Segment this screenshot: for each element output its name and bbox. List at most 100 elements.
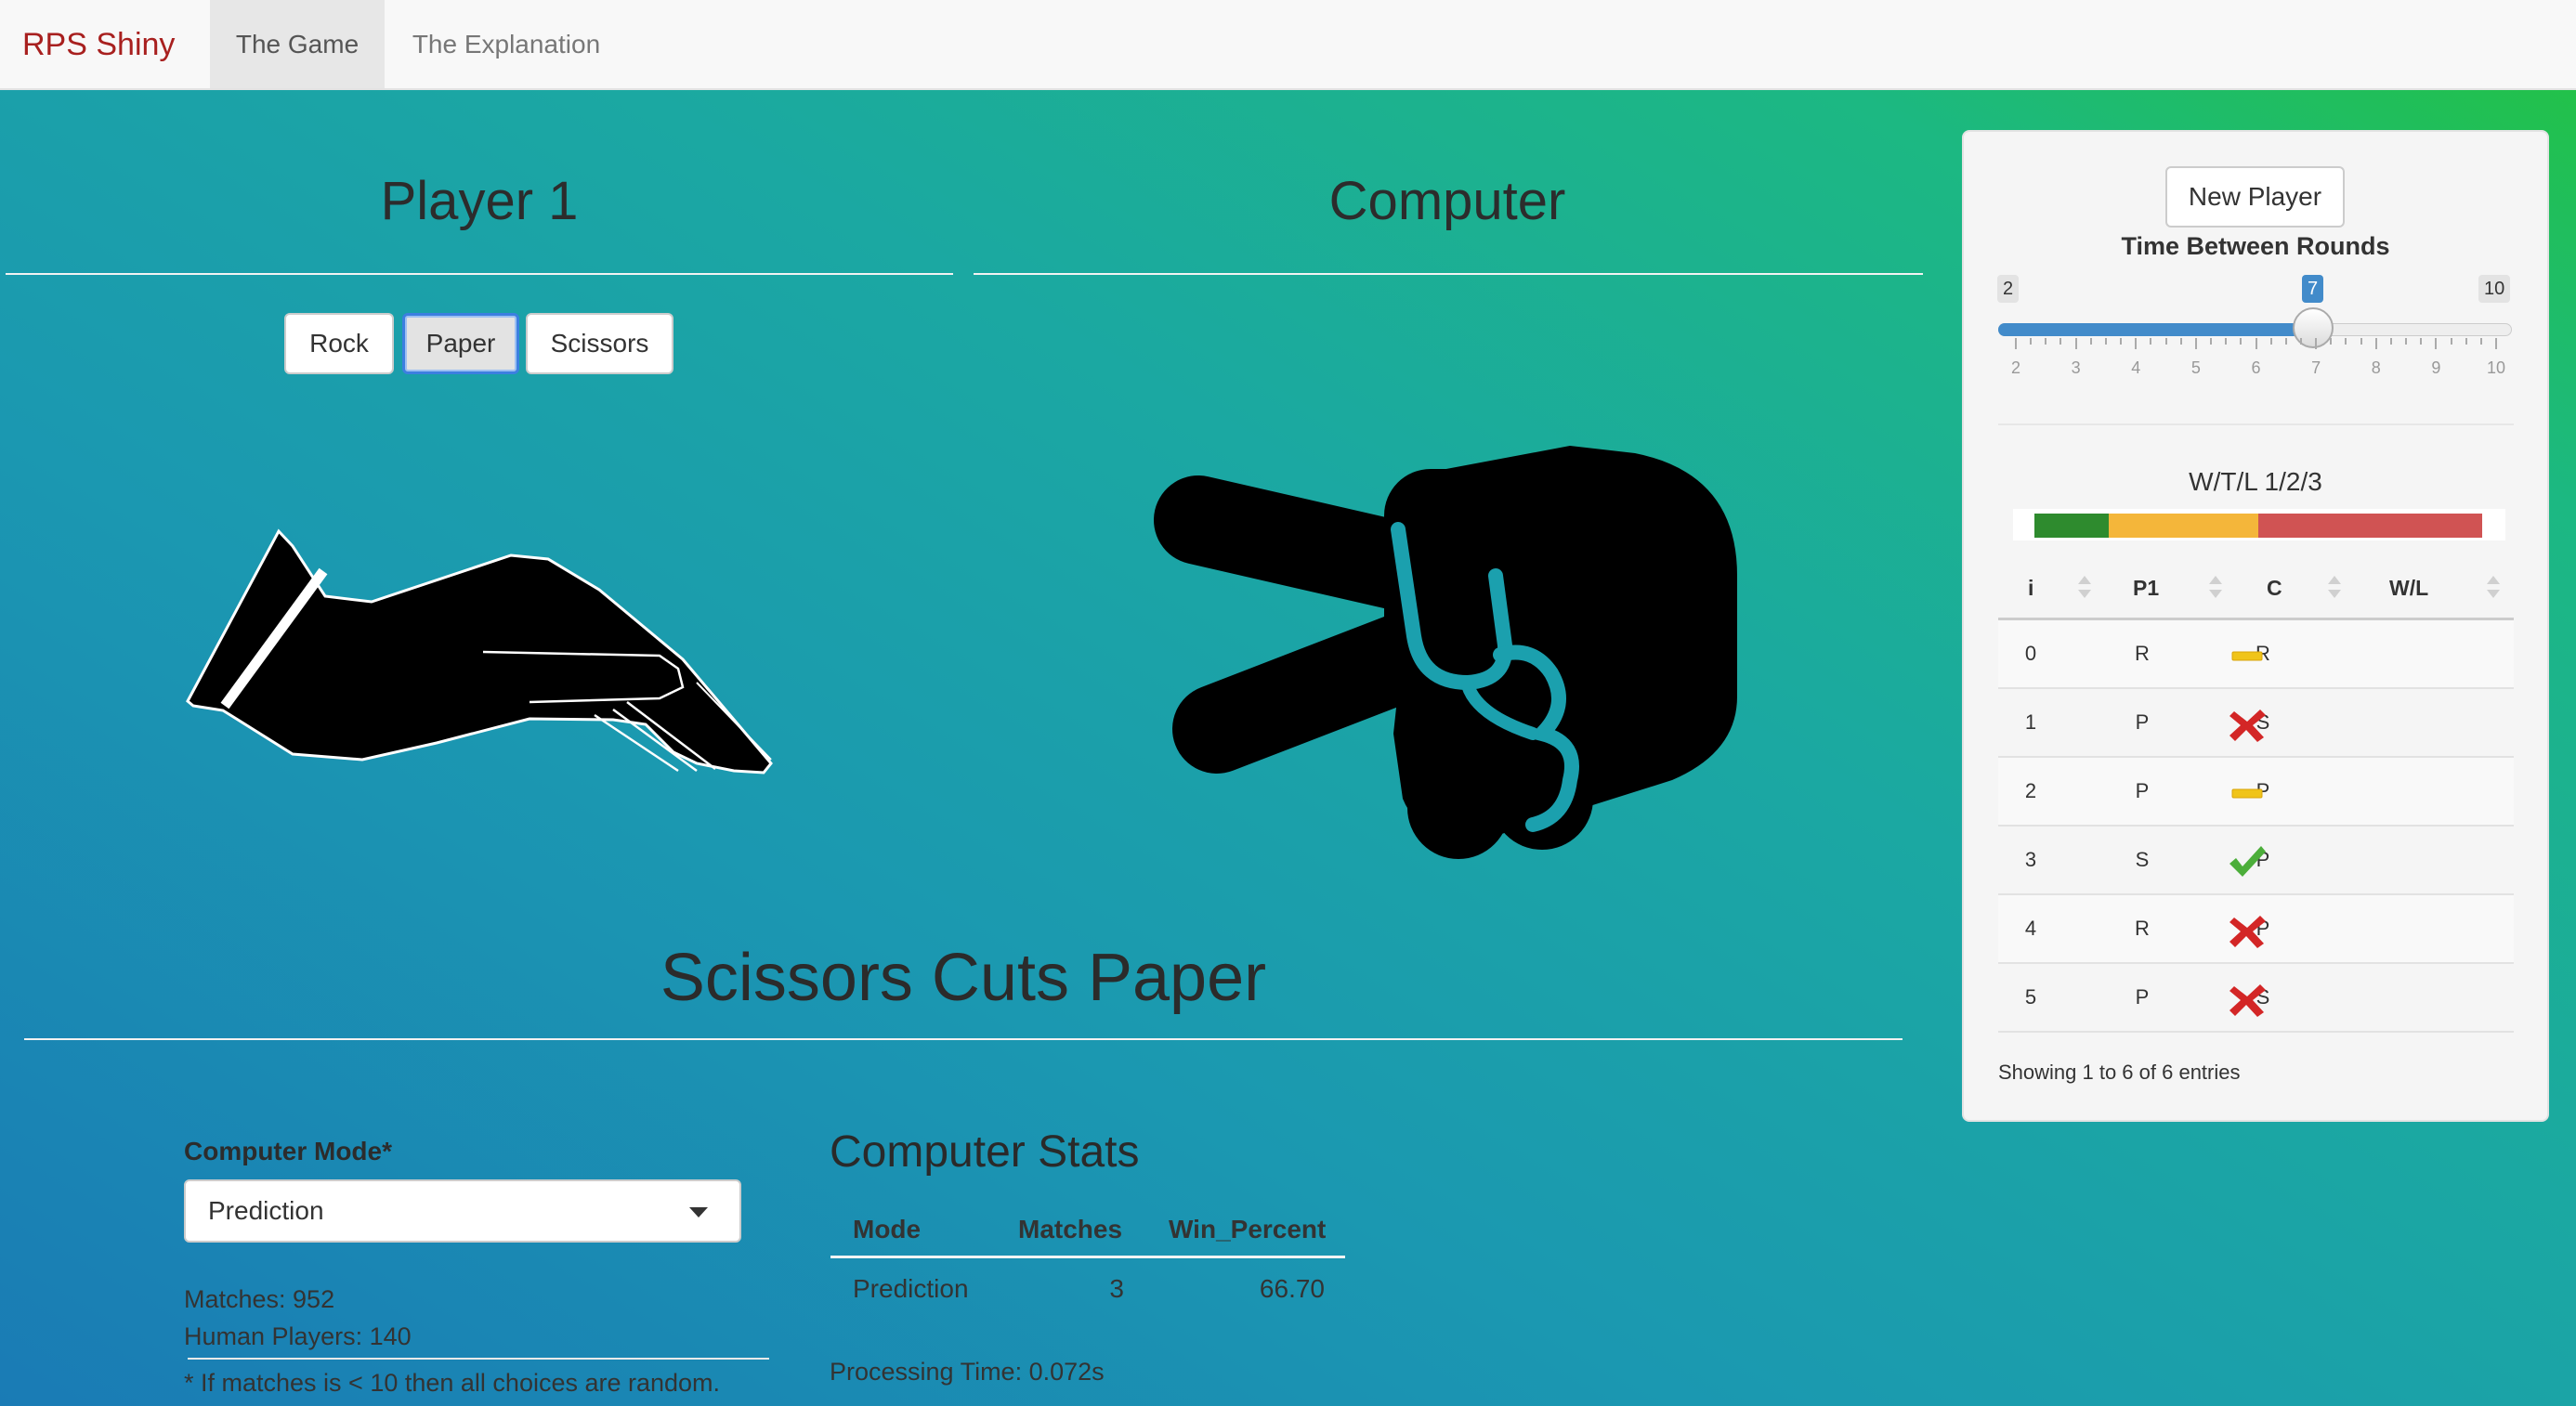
slider-tick-label: 8 — [2371, 358, 2381, 377]
slider-tick — [2389, 338, 2392, 345]
table-row[interactable]: 2PP — [1998, 758, 2514, 827]
cell-p1: P — [2135, 779, 2150, 802]
wtl-win-segment — [2034, 514, 2110, 538]
slider-value-label: 7 — [2302, 275, 2324, 303]
stats-header-matches: Matches — [1018, 1215, 1123, 1243]
result-divider — [24, 1038, 1903, 1040]
slider-tick-label: 10 — [2486, 358, 2506, 377]
slider-tick — [2420, 338, 2423, 345]
slider-tick-label: 7 — [2311, 358, 2321, 377]
cell-p1: R — [2135, 642, 2150, 665]
computer-mode-select[interactable]: Prediction — [184, 1179, 741, 1243]
scissors-hand-icon — [1154, 446, 1737, 859]
matches-count: Matches: 952 — [184, 1285, 335, 1313]
cell-i: 3 — [2024, 848, 2037, 871]
slider-tick — [2074, 338, 2077, 349]
sort-icon[interactable] — [2327, 574, 2342, 602]
cell-p1: P — [2135, 985, 2150, 1009]
cell-i: 0 — [2024, 642, 2037, 665]
rock-button[interactable]: Rock — [284, 313, 394, 374]
table-row[interactable]: 5PS — [1998, 964, 2514, 1033]
slider-tick — [2120, 338, 2123, 345]
slider-tick — [2374, 338, 2377, 349]
slider-fill — [1998, 323, 2314, 336]
slider-tick — [2465, 338, 2467, 345]
settings-divider — [188, 1358, 769, 1360]
table-info: Showing 1 to 6 of 6 entries — [1998, 1061, 2241, 1084]
human-players-count: Human Players: 140 — [184, 1322, 412, 1350]
slider-tick — [2284, 338, 2287, 345]
col-header-i[interactable]: i — [2028, 576, 2033, 601]
slider-max-label: 10 — [2478, 275, 2511, 303]
new-player-button[interactable]: New Player — [2165, 166, 2345, 228]
cell-p1: P — [2135, 710, 2150, 734]
slider-tick-label: 4 — [2131, 358, 2141, 377]
cell-i: 4 — [2024, 917, 2037, 940]
cell-p1: S — [2135, 848, 2150, 871]
cell-i: 1 — [2024, 710, 2037, 734]
slider-tick — [2435, 338, 2438, 349]
tab-the-game[interactable]: The Game — [210, 0, 385, 88]
slider-tick — [2059, 338, 2062, 345]
tab-the-explanation[interactable]: The Explanation — [386, 0, 626, 88]
slider-tick — [2479, 338, 2482, 345]
slider-tick — [2255, 338, 2257, 349]
slider-tick — [2405, 338, 2408, 345]
result-title: Scissors Cuts Paper — [660, 941, 1267, 1015]
slider-tick-label: 9 — [2431, 358, 2441, 377]
computer-title: Computer — [1328, 171, 1566, 231]
slider-tick — [2194, 338, 2197, 349]
slider-tick — [2015, 338, 2017, 349]
slider-tick — [2495, 338, 2497, 349]
random-note: * If matches is < 10 then all choices ar… — [184, 1369, 721, 1397]
paper-hand-icon — [186, 528, 773, 775]
sort-icon[interactable] — [2486, 574, 2501, 602]
table-row[interactable]: 1PS — [1998, 689, 2514, 758]
slider-tick — [2089, 338, 2092, 345]
slider-tick — [2210, 338, 2213, 345]
slider-tick — [2135, 338, 2138, 349]
col-header-c[interactable]: C — [2267, 576, 2282, 601]
cross-icon — [2229, 984, 2266, 1017]
cross-icon — [2229, 916, 2266, 948]
panel-divider — [1998, 423, 2514, 425]
table-row[interactable]: 3SP — [1998, 827, 2514, 895]
slider-tick-label: 2 — [2010, 358, 2020, 377]
table-row[interactable]: 0RR — [1998, 620, 2514, 689]
computer-stats-title: Computer Stats — [830, 1127, 1140, 1177]
slider-tick — [2150, 338, 2152, 345]
slider-tick — [2299, 338, 2302, 345]
scissors-button[interactable]: Scissors — [526, 313, 673, 374]
stats-header-mode: Mode — [853, 1215, 922, 1243]
col-header-wl[interactable]: W/L — [2389, 576, 2428, 601]
slider-tick — [2179, 338, 2182, 345]
caret-down-icon — [689, 1207, 708, 1217]
sort-icon[interactable] — [2077, 574, 2092, 602]
player1-title: Player 1 — [380, 171, 579, 231]
stats-header-win-percent: Win_Percent — [1169, 1215, 1327, 1243]
slider-tick — [2330, 338, 2333, 345]
cross-icon — [2229, 710, 2266, 742]
slider-tick — [2360, 338, 2362, 345]
slider-tick — [2030, 338, 2033, 345]
slider-tick — [2269, 338, 2272, 345]
check-icon — [2229, 846, 2266, 877]
paper-button[interactable]: Paper — [402, 313, 519, 374]
slider-handle[interactable] — [2293, 307, 2334, 348]
tie-icon — [2231, 651, 2263, 661]
stats-header-line — [830, 1256, 1345, 1258]
slider-tick-label: 6 — [2251, 358, 2261, 377]
cell-i: 5 — [2024, 985, 2037, 1009]
slider-tick — [2345, 338, 2347, 345]
slider-tick — [2104, 338, 2107, 345]
processing-time: Processing Time: 0.072s — [830, 1358, 1105, 1386]
slider-tick — [2045, 338, 2047, 345]
brand-title[interactable]: RPS Shiny — [22, 0, 175, 89]
slider-tick — [2164, 338, 2167, 345]
table-row[interactable]: 4RP — [1998, 895, 2514, 964]
sort-icon[interactable] — [2208, 574, 2223, 602]
computer-mode-value: Prediction — [208, 1196, 324, 1225]
cell-p1: R — [2135, 917, 2150, 940]
stats-cell-mode: Prediction — [853, 1274, 969, 1303]
col-header-p1[interactable]: P1 — [2133, 576, 2159, 601]
